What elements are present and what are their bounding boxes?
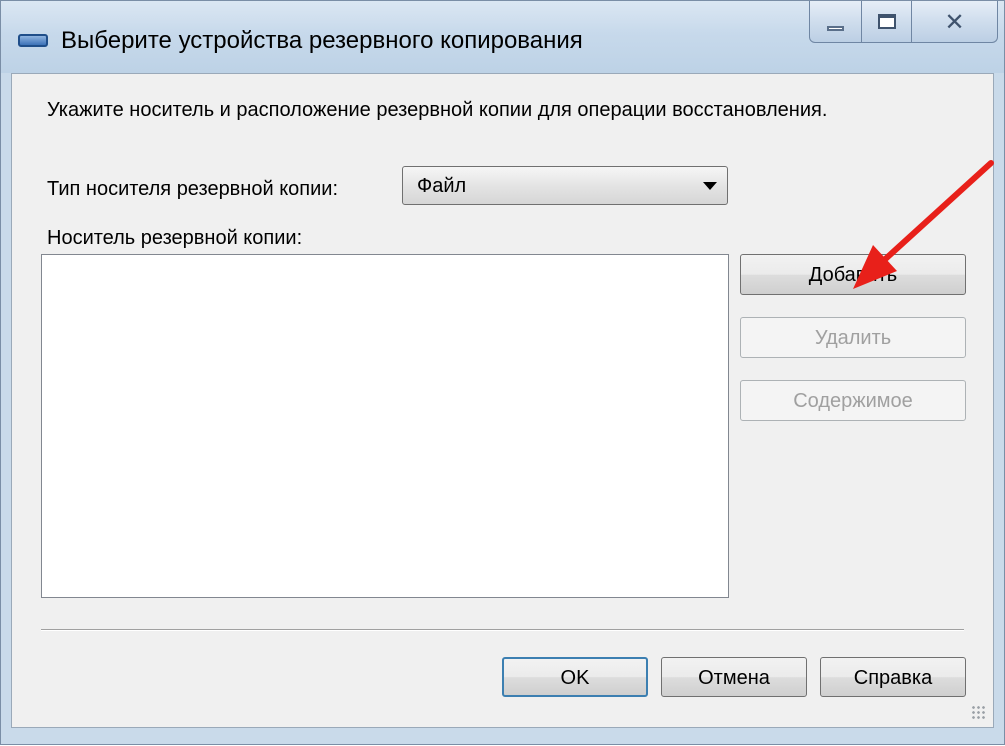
window-title: Выберите устройства резервного копирован… — [61, 27, 583, 54]
media-type-dropdown[interactable]: Файл — [402, 166, 728, 205]
help-button[interactable]: Справка — [820, 657, 966, 697]
cancel-button[interactable]: Отмена — [661, 657, 807, 697]
ok-button[interactable]: OK — [502, 657, 648, 697]
caption-buttons: ✕ — [809, 1, 998, 43]
media-type-selected-value: Файл — [417, 175, 467, 197]
backup-media-list[interactable] — [41, 254, 729, 598]
instruction-text: Укажите носитель и расположение резервно… — [47, 99, 828, 121]
footer-separator — [41, 629, 964, 631]
resize-grip-icon[interactable] — [971, 705, 985, 719]
contents-button: Содержимое — [740, 380, 966, 421]
maximize-icon — [877, 14, 896, 29]
close-button[interactable]: ✕ — [912, 1, 998, 43]
backup-devices-dialog: Выберите устройства резервного копирован… — [0, 0, 1005, 745]
maximize-button[interactable] — [862, 1, 912, 43]
window-icon — [18, 34, 48, 47]
title-bar[interactable]: Выберите устройства резервного копирован… — [1, 1, 1004, 73]
media-type-label: Тип носителя резервной копии: — [47, 178, 339, 200]
backup-media-label: Носитель резервной копии: — [47, 227, 303, 249]
dropdown-arrow-icon — [703, 182, 717, 190]
dialog-body: Укажите носитель и расположение резервно… — [11, 73, 994, 728]
close-icon: ✕ — [944, 7, 965, 36]
remove-button: Удалить — [740, 317, 966, 358]
minimize-icon — [827, 26, 844, 31]
add-button[interactable]: Добавить — [740, 254, 966, 295]
minimize-button[interactable] — [809, 1, 862, 43]
